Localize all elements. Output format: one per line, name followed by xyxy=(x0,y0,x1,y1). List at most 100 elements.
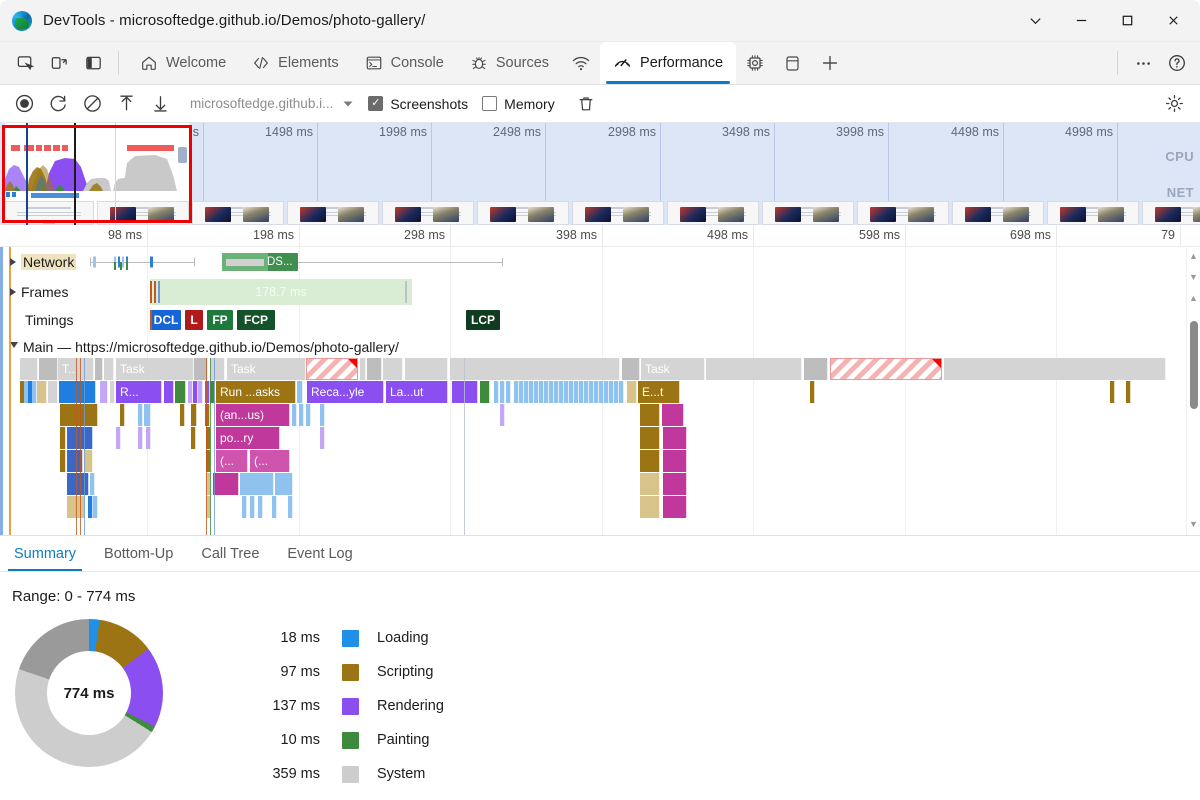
flame-bar[interactable] xyxy=(100,381,108,403)
flame-task[interactable] xyxy=(104,358,114,380)
tab-welcome[interactable]: Welcome xyxy=(127,42,239,84)
more-tools-icon[interactable] xyxy=(1126,46,1160,80)
flame-bar[interactable] xyxy=(810,381,815,403)
flame-bar[interactable] xyxy=(452,381,478,403)
filmstrip-frame[interactable] xyxy=(952,201,1044,225)
flame-bar[interactable] xyxy=(110,381,115,403)
tab-sources[interactable]: Sources xyxy=(457,42,562,84)
flame-task[interactable]: Task xyxy=(227,358,306,380)
filmstrip-frame[interactable] xyxy=(97,201,189,225)
tab-console[interactable]: Console xyxy=(352,42,457,84)
flame-bar[interactable] xyxy=(663,427,687,449)
flame-bar[interactable] xyxy=(258,496,263,518)
filmstrip-frame[interactable] xyxy=(857,201,949,225)
frame-duration-bar[interactable]: 178.7 ms xyxy=(150,279,412,305)
scrollbar-thumb[interactable] xyxy=(1190,321,1198,409)
flame-bar[interactable] xyxy=(494,381,499,403)
timing-marker[interactable]: L xyxy=(185,310,203,330)
details-tab-call-tree[interactable]: Call Tree xyxy=(187,536,273,571)
chevron-down-icon[interactable] xyxy=(342,98,354,110)
dock-side-icon[interactable] xyxy=(76,46,110,80)
flame-bar[interactable]: (an...us) xyxy=(216,404,290,426)
record-button[interactable] xyxy=(9,88,40,119)
flame-bar[interactable] xyxy=(116,427,121,449)
memory-checkbox[interactable]: Memory xyxy=(482,96,555,112)
flame-bar[interactable] xyxy=(500,381,505,403)
flame-bar[interactable] xyxy=(242,496,247,518)
flame-bar[interactable] xyxy=(640,473,660,495)
filmstrip-frame[interactable] xyxy=(192,201,284,225)
tab-memory[interactable] xyxy=(736,42,774,84)
flame-bar[interactable] xyxy=(640,404,660,426)
flame-bar[interactable] xyxy=(306,404,311,426)
track-frames[interactable]: Frames 178.7 ms xyxy=(0,277,1186,306)
tab-network[interactable] xyxy=(562,42,600,84)
screenshots-checkbox[interactable]: Screenshots xyxy=(368,96,468,112)
filmstrip-frame[interactable] xyxy=(762,201,854,225)
flame-bar[interactable] xyxy=(288,496,293,518)
record-and-reload-button[interactable] xyxy=(43,88,74,119)
filmstrip-frame[interactable] xyxy=(572,201,664,225)
flame-bar[interactable] xyxy=(59,381,96,403)
network-request-bar[interactable]: DS... xyxy=(222,253,298,271)
timing-marker[interactable]: LCP xyxy=(466,310,500,330)
flame-bar[interactable] xyxy=(250,496,255,518)
scroll-page-up-arrow-icon[interactable]: ▲ xyxy=(1189,294,1198,303)
track-timings-header[interactable]: Timings xyxy=(0,312,94,328)
flame-bar[interactable]: Run ...asks xyxy=(216,381,296,403)
filmstrip-frame[interactable] xyxy=(1047,201,1139,225)
flame-task[interactable] xyxy=(405,358,448,380)
flame-bar[interactable]: R... xyxy=(116,381,162,403)
main-flame-chart[interactable]: T...TaskTaskTaskR...Run ...asksReca...yl… xyxy=(20,358,1176,535)
flame-bar[interactable] xyxy=(662,404,684,426)
filmstrip-frame[interactable] xyxy=(287,201,379,225)
flame-bar[interactable] xyxy=(138,427,143,449)
flame-bar[interactable] xyxy=(120,404,125,426)
flame-task[interactable] xyxy=(450,358,620,380)
flame-bar[interactable] xyxy=(640,496,660,518)
flame-task[interactable] xyxy=(383,358,403,380)
flame-bar[interactable] xyxy=(67,473,89,495)
flame-bar[interactable] xyxy=(292,404,297,426)
details-tab-event-log[interactable]: Event Log xyxy=(273,536,366,571)
track-timings[interactable]: Timings DCLLFPFCPLCP xyxy=(0,306,1186,334)
flame-bar[interactable] xyxy=(60,427,66,449)
flame-bar[interactable] xyxy=(48,381,58,403)
profile-selector-label[interactable]: microsoftedge.github.i... xyxy=(190,96,333,111)
flame-bar[interactable] xyxy=(84,450,93,472)
inspect-element-icon[interactable] xyxy=(8,46,42,80)
scroll-bottom-arrow-icon[interactable]: ▼ xyxy=(1189,520,1198,529)
flame-task[interactable]: Task xyxy=(116,358,194,380)
flame-bar[interactable] xyxy=(627,381,637,403)
flame-bar[interactable] xyxy=(275,473,293,495)
clear-button[interactable] xyxy=(77,88,108,119)
flame-bar[interactable] xyxy=(663,473,687,495)
flame-bar[interactable] xyxy=(640,450,660,472)
help-icon[interactable] xyxy=(1160,46,1194,80)
track-network-header[interactable]: Network xyxy=(0,254,94,270)
overview-resize-handle-right[interactable] xyxy=(178,147,187,163)
flame-bar[interactable] xyxy=(299,404,304,426)
timeline-tracks[interactable]: Network xyxy=(0,247,1200,535)
tab-performance[interactable]: Performance xyxy=(600,42,736,84)
scroll-down-arrow-icon[interactable]: ▼ xyxy=(1189,273,1198,282)
window-maximize-button[interactable] xyxy=(1104,0,1150,42)
flame-bar[interactable]: Reca...yle xyxy=(307,381,384,403)
filmstrip-frame[interactable] xyxy=(667,201,759,225)
flame-task[interactable]: Task xyxy=(641,358,705,380)
track-network[interactable]: Network xyxy=(0,247,1186,277)
collect-garbage-button[interactable] xyxy=(571,88,602,119)
filmstrip-frame[interactable] xyxy=(477,201,569,225)
flame-bar[interactable] xyxy=(619,381,624,403)
load-profile-button[interactable] xyxy=(111,88,142,119)
flame-bar[interactable] xyxy=(297,381,303,403)
window-minimize-button[interactable] xyxy=(1058,0,1104,42)
details-tab-summary[interactable]: Summary xyxy=(0,536,90,571)
flame-bar[interactable] xyxy=(138,404,143,426)
flame-bar[interactable] xyxy=(198,381,203,403)
scroll-up-arrow-icon[interactable]: ▲ xyxy=(1189,252,1198,261)
flame-bar[interactable] xyxy=(213,473,239,495)
flame-long-task[interactable] xyxy=(830,358,942,380)
legend-row[interactable]: 97 msScripting xyxy=(248,655,1200,689)
flame-bar[interactable] xyxy=(1126,381,1131,403)
